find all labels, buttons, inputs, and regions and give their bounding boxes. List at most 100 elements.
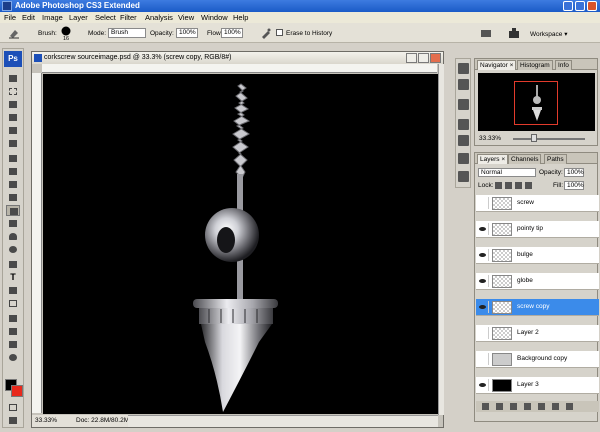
eyedropper-tool-icon[interactable] [6, 326, 20, 337]
notes-tool-icon[interactable] [6, 313, 20, 324]
layer-row[interactable]: pointy tip [476, 221, 599, 238]
zoom-tool-icon[interactable] [6, 352, 20, 363]
crop-tool-icon[interactable] [6, 125, 20, 136]
brush-tool-icon[interactable] [6, 166, 20, 177]
tab-paths[interactable]: Paths [544, 154, 567, 164]
tab-navigator[interactable]: Navigator × [477, 60, 517, 70]
menu-edit[interactable]: Edit [22, 13, 35, 22]
layer-row[interactable]: Background copy [476, 351, 599, 368]
layer-visibility-toggle[interactable] [477, 223, 489, 235]
lock-transparent-icon[interactable] [495, 182, 502, 189]
lasso-tool-icon[interactable] [6, 99, 20, 110]
healing-brush-tool-icon[interactable] [6, 153, 20, 164]
menu-filter[interactable]: Filter [120, 13, 137, 22]
doc-size-info[interactable]: Doc: 22.8M/80.2M [76, 417, 129, 424]
tab-layers[interactable]: Layers × [477, 154, 509, 164]
layer-thumbnail[interactable] [492, 249, 512, 262]
layer-visibility-toggle[interactable] [477, 197, 489, 209]
bridge-icon[interactable] [508, 27, 520, 39]
paragraph-panel-icon[interactable] [458, 171, 469, 182]
screen-mode-icon[interactable] [6, 415, 20, 426]
airbrush-icon[interactable] [260, 27, 272, 39]
menu-select[interactable]: Select [95, 13, 116, 22]
layer-visibility-toggle[interactable] [477, 301, 489, 313]
pen-tool-icon[interactable] [6, 259, 20, 270]
new-layer-icon[interactable] [552, 403, 559, 410]
flow-input[interactable]: 100% [221, 28, 243, 38]
layer-row[interactable]: screw copy [476, 299, 599, 316]
character-panel-icon[interactable] [458, 153, 469, 164]
type-tool-icon[interactable]: T [6, 272, 20, 283]
layer-row[interactable]: screw [476, 195, 599, 212]
link-layers-icon[interactable] [482, 403, 489, 410]
canvas[interactable] [43, 74, 438, 414]
horizontal-scrollbar[interactable] [128, 415, 438, 427]
minimize-button[interactable] [563, 1, 573, 11]
background-color-swatch[interactable] [11, 385, 23, 397]
layer-visibility-toggle[interactable] [477, 275, 489, 287]
tab-channels[interactable]: Channels [508, 154, 542, 164]
menu-help[interactable]: Help [233, 13, 248, 22]
tab-histogram[interactable]: Histogram [517, 60, 553, 70]
magic-wand-tool-icon[interactable] [6, 112, 20, 123]
new-group-icon[interactable] [538, 403, 545, 410]
menu-layer[interactable]: Layer [69, 13, 88, 22]
vertical-scrollbar[interactable] [438, 64, 444, 415]
navigator-preview[interactable] [478, 73, 595, 131]
tab-info[interactable]: Info [555, 60, 572, 70]
hand-tool-icon[interactable] [6, 339, 20, 350]
maximize-button[interactable] [575, 1, 585, 11]
navigator-zoom-knob[interactable] [531, 134, 537, 142]
history-brush-tool-icon[interactable] [6, 192, 20, 203]
tool-presets-icon[interactable] [458, 99, 469, 110]
layer-row[interactable]: bulge [476, 247, 599, 264]
slice-tool-icon[interactable] [6, 138, 20, 149]
lock-position-icon[interactable] [515, 182, 522, 189]
menu-view[interactable]: View [178, 13, 194, 22]
history-panel-icon[interactable] [458, 63, 469, 74]
lock-image-icon[interactable] [505, 182, 512, 189]
layer-row[interactable]: Layer 3 [476, 377, 599, 394]
menu-file[interactable]: File [4, 13, 16, 22]
menu-window[interactable]: Window [201, 13, 228, 22]
layer-mask-icon[interactable] [510, 403, 517, 410]
shape-tool-icon[interactable] [6, 298, 20, 309]
layer-thumbnail[interactable] [492, 327, 512, 340]
path-selection-tool-icon[interactable] [6, 285, 20, 296]
zoom-level[interactable]: 33.33% [35, 417, 57, 424]
fill-input[interactable]: 100% [564, 181, 584, 190]
eraser-tool-preset-icon[interactable] [8, 27, 20, 39]
layer-style-icon[interactable] [496, 403, 503, 410]
lock-all-icon[interactable] [525, 182, 532, 189]
quick-mask-icon[interactable] [6, 402, 20, 413]
layer-row[interactable]: Layer 2 [476, 325, 599, 342]
navigator-zoom[interactable]: 33.33% [479, 135, 501, 142]
eraser-tool-icon[interactable] [6, 205, 20, 216]
erase-to-history-checkbox[interactable] [276, 29, 283, 36]
blur-tool-icon[interactable] [6, 231, 20, 242]
navigator-zoom-slider[interactable] [513, 138, 585, 140]
layer-thumbnail[interactable] [492, 197, 512, 210]
dodge-tool-icon[interactable] [6, 244, 20, 255]
layer-visibility-toggle[interactable] [477, 249, 489, 261]
menu-analysis[interactable]: Analysis [145, 13, 173, 22]
doc-maximize-button[interactable] [418, 53, 429, 63]
layer-thumbnail[interactable] [492, 353, 512, 366]
layer-thumbnail[interactable] [492, 275, 512, 288]
layer-visibility-toggle[interactable] [477, 353, 489, 365]
tablet-pressure-icon[interactable] [480, 27, 492, 39]
clone-stamp-tool-icon[interactable] [6, 179, 20, 190]
mode-select[interactable]: Brush [108, 28, 146, 38]
document-title-bar[interactable]: corkscrew sourceimage.psd @ 33.3% (screw… [32, 52, 443, 64]
blend-mode-select[interactable]: Normal [478, 168, 536, 177]
doc-close-button[interactable] [430, 53, 441, 63]
layer-thumbnail[interactable] [492, 301, 512, 314]
close-button[interactable] [587, 1, 597, 11]
ps-logo[interactable]: Ps [4, 51, 22, 67]
layer-thumbnail[interactable] [492, 379, 512, 392]
layer-visibility-toggle[interactable] [477, 327, 489, 339]
layer-thumbnail[interactable] [492, 223, 512, 236]
move-tool-icon[interactable] [6, 73, 20, 84]
layer-visibility-toggle[interactable] [477, 379, 489, 391]
marquee-tool-icon[interactable] [6, 86, 20, 97]
